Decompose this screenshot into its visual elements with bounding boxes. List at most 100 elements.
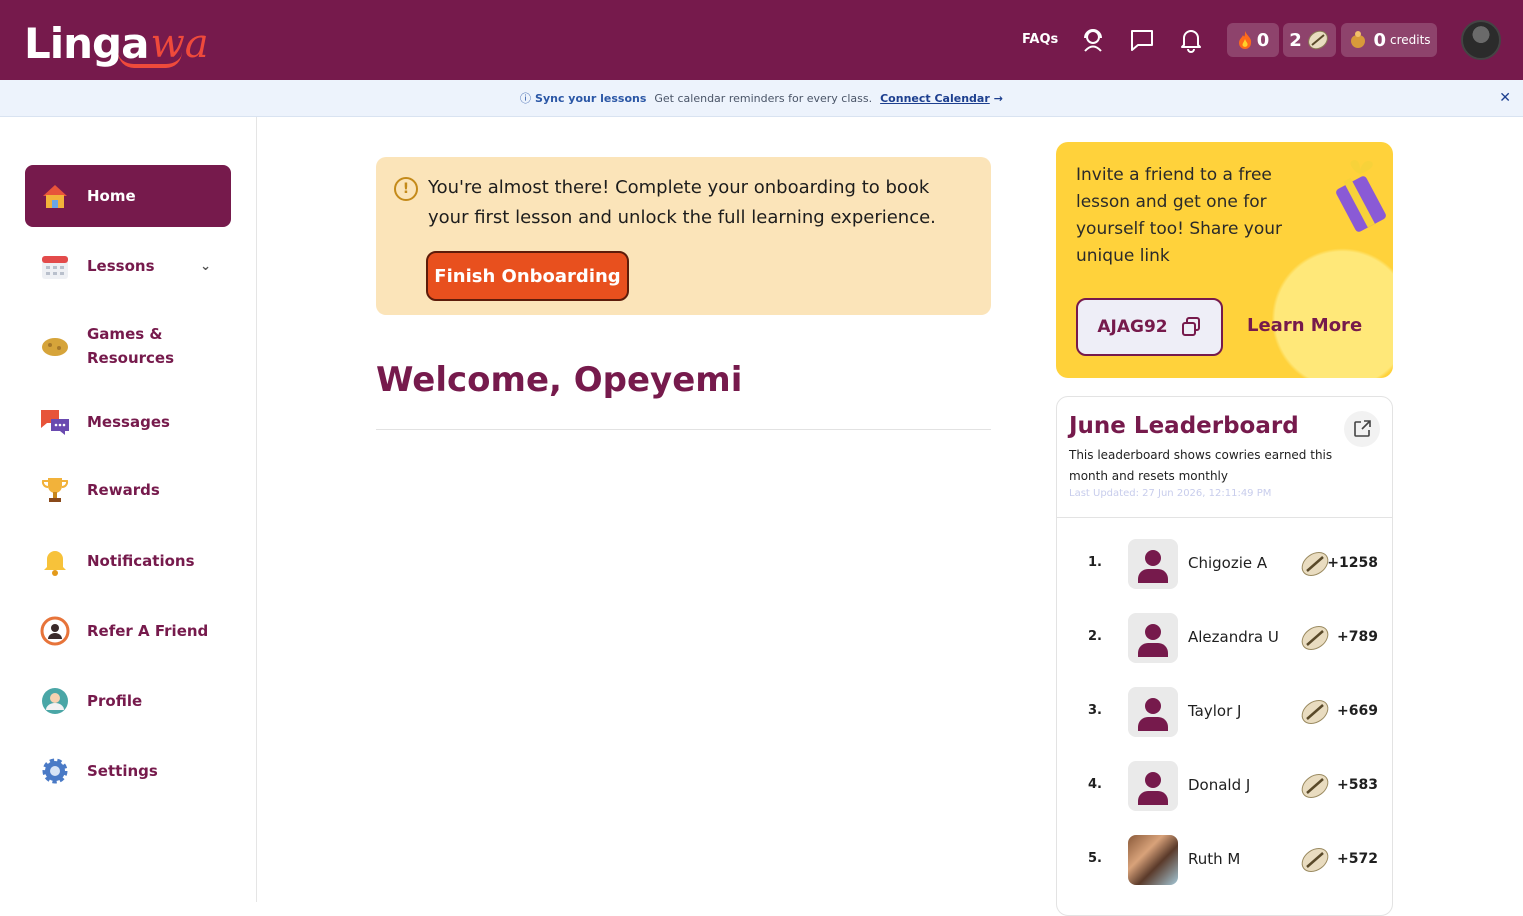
leaderboard-rank: 2. [1088, 629, 1102, 644]
copy-referral-code-button[interactable]: AJAG92 [1076, 298, 1223, 356]
leaderboard-points: +1258 [1327, 555, 1378, 571]
lingawa-logo[interactable]: Linga wa [24, 6, 209, 70]
house-icon [39, 180, 71, 212]
faqs-link[interactable]: FAQs [1022, 32, 1058, 47]
cowrie-shell-icon [1301, 552, 1329, 576]
leaderboard-name: Ruth M [1188, 850, 1241, 868]
copy-icon [1181, 317, 1200, 336]
leaderboard-points: +789 [1337, 629, 1378, 645]
sidebar-item-label: Profile [87, 692, 143, 710]
leaderboard-title: June Leaderboard [1069, 413, 1299, 439]
cowrie-shell-icon [1301, 626, 1329, 650]
credits-pill[interactable]: 0 credits [1341, 23, 1437, 57]
sync-text: Get calendar reminders for every class. [654, 91, 873, 105]
avatar [1128, 687, 1178, 737]
sidebar-item-messages[interactable]: Messages [25, 391, 231, 453]
close-icon[interactable]: ✕ [1499, 90, 1511, 106]
arrow-right-icon: → [993, 91, 1003, 105]
sidebar-item-games-resources[interactable]: Games & Resources [25, 315, 231, 377]
external-link-icon [1354, 420, 1371, 437]
learn-more-link[interactable]: Learn More [1247, 315, 1362, 336]
avatar-photo [1128, 835, 1178, 885]
refer-friend-icon [39, 615, 71, 647]
referral-code: AJAG92 [1097, 317, 1168, 337]
sidebar-item-settings[interactable]: Settings [25, 740, 231, 802]
notification-bell-icon [39, 545, 71, 577]
sidebar-item-lessons[interactable]: Lessons ⌄ [25, 235, 231, 297]
onboarding-message: You're almost there! Complete your onboa… [428, 177, 936, 228]
cowrie-pill[interactable]: 2 [1283, 23, 1336, 57]
welcome-heading: Welcome, Opeyemi [376, 360, 743, 400]
sidebar-item-label: Rewards [87, 481, 160, 499]
avatar [1128, 539, 1178, 589]
onboarding-banner: ! You're almost there! Complete your onb… [376, 157, 991, 315]
leaderboard-card: June Leaderboard This leaderboard shows … [1056, 396, 1393, 916]
leaderboard-name: Taylor J [1188, 702, 1242, 720]
sidebar-item-refer-a-friend[interactable]: Refer A Friend [25, 600, 231, 662]
streak-count: 0 [1256, 29, 1270, 51]
user-avatar[interactable] [1461, 20, 1501, 60]
invite-text: Invite a friend to a free lesson and get… [1076, 165, 1283, 266]
avatar [1128, 761, 1178, 811]
gear-icon [39, 755, 71, 787]
divider [376, 429, 991, 430]
leaderboard-row: 4. Donald J +583 [1057, 761, 1392, 811]
finish-onboarding-button[interactable]: Finish Onboarding [426, 251, 629, 301]
leaderboard-rank: 4. [1088, 777, 1102, 792]
sidebar-item-label: Lessons [87, 257, 155, 275]
leaderboard-points: +669 [1337, 703, 1378, 719]
support-agent-icon[interactable] [1079, 26, 1107, 54]
info-icon: ⓘ [520, 92, 532, 105]
top-header: Linga wa FAQs 0 2 0 credits [0, 0, 1523, 80]
streak-pill[interactable]: 0 [1227, 23, 1279, 57]
divider [1057, 517, 1392, 518]
leaderboard-points: +572 [1337, 851, 1378, 867]
leaderboard-updated: Last Updated: 27 Jun 2026, 12:11:49 PM [1069, 488, 1272, 499]
credits-count: 0 [1373, 29, 1386, 51]
logo-smile-mark [118, 52, 182, 68]
profile-icon [39, 685, 71, 717]
bell-icon[interactable] [1177, 26, 1205, 54]
gift-icon [1336, 160, 1386, 232]
credits-label: credits [1389, 33, 1431, 47]
cowrie-shell-icon [1301, 848, 1329, 872]
leaderboard-points: +583 [1337, 777, 1378, 793]
leaderboard-row: 2. Alezandra U +789 [1057, 613, 1392, 663]
sync-lessons-banner: ⓘ Sync your lessons Get calendar reminde… [0, 80, 1523, 117]
sync-title: Sync your lessons [535, 91, 647, 105]
leaderboard-name: Chigozie A [1188, 554, 1268, 572]
sidebar-item-label: Games & Resources [87, 325, 175, 367]
avatar [1128, 613, 1178, 663]
chat-icon[interactable] [1128, 26, 1156, 54]
leaderboard-row: 3. Taylor J +669 [1057, 687, 1392, 737]
chevron-down-icon[interactable]: ⌄ [200, 259, 211, 274]
sidebar-item-profile[interactable]: Profile [25, 670, 231, 732]
external-link-button[interactable] [1344, 411, 1380, 447]
sidebar-item-notifications[interactable]: Notifications [25, 530, 231, 592]
leaderboard-name: Alezandra U [1188, 628, 1279, 646]
warning-icon: ! [394, 177, 418, 201]
connect-calendar-link[interactable]: Connect Calendar [880, 92, 990, 105]
leaderboard-row: 1. Chigozie A +1258 [1057, 539, 1392, 589]
leaderboard-rank: 1. [1088, 555, 1102, 570]
leaderboard-rank: 5. [1088, 851, 1102, 866]
cowrie-shell-icon [1301, 774, 1329, 798]
sidebar-item-rewards[interactable]: Rewards [25, 459, 231, 521]
cowrie-count: 2 [1289, 29, 1302, 51]
games-puzzle-icon [39, 330, 71, 362]
cowrie-shell-icon [1301, 700, 1329, 724]
calendar-icon [39, 250, 71, 282]
sidebar-item-label: Settings [87, 762, 158, 780]
leaderboard-description: This leaderboard shows cowries earned th… [1069, 448, 1333, 483]
sidebar-item-home[interactable]: Home [25, 165, 231, 227]
leaderboard-rank: 3. [1088, 703, 1102, 718]
flame-icon [1238, 31, 1251, 49]
sidebar-item-label: Notifications [87, 552, 195, 570]
sidebar-item-label: Home [87, 187, 136, 205]
sidebar-item-label: Messages [87, 413, 170, 431]
cowrie-shell-icon [1307, 30, 1328, 50]
leaderboard-name: Donald J [1188, 776, 1251, 794]
sidebar: Home Lessons ⌄ Games & Resources Message… [0, 117, 257, 902]
coin-bag-icon [1351, 31, 1366, 48]
leaderboard-row: 5. Ruth M +572 [1057, 835, 1392, 885]
